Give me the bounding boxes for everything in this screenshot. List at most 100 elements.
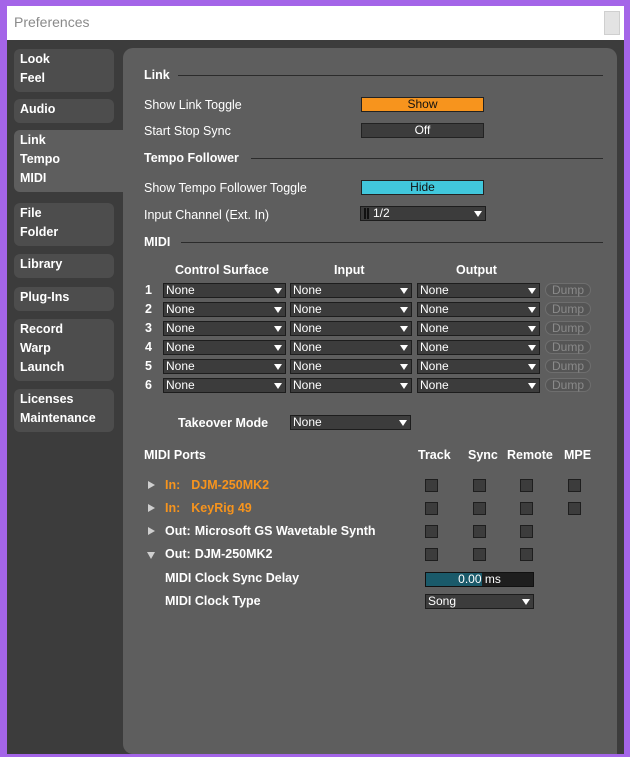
dropdown-value: None: [420, 378, 449, 392]
row-number: 3: [145, 321, 152, 335]
divider: [178, 75, 603, 76]
midi-input-dropdown[interactable]: None: [290, 321, 412, 336]
control-surface-dropdown[interactable]: None: [163, 340, 286, 355]
midi-port-label: In: DJM-250MK2: [165, 478, 269, 492]
expand-triangle-icon[interactable]: [148, 504, 155, 512]
control-surface-dropdown[interactable]: None: [163, 378, 286, 393]
midi-clock-sync-delay-slider[interactable]: 0.00 ms: [425, 572, 534, 587]
midi-input-dropdown[interactable]: None: [290, 378, 412, 393]
sidebar-item-licenses[interactable]: Licenses Maintenance: [14, 389, 114, 432]
sidebar-item-label: Record: [20, 322, 64, 336]
port-name: DJM-250MK2: [194, 547, 273, 561]
control-surface-dropdown[interactable]: None: [163, 359, 286, 374]
preferences-window: Preferences Look Feel Audio Link Tempo MIDI Fi…: [7, 6, 624, 754]
chevron-down-icon: [522, 599, 530, 605]
dropdown-value: None: [420, 302, 449, 316]
sidebar-item-link[interactable]: Link Tempo MIDI: [14, 130, 130, 192]
sidebar-item-look[interactable]: Look Feel: [14, 49, 114, 92]
dump-button[interactable]: Dump: [545, 283, 591, 297]
chevron-down-icon: [400, 345, 408, 351]
remote-checkbox[interactable]: [520, 525, 533, 538]
chevron-down-icon: [274, 383, 282, 389]
port-direction: Out:: [165, 524, 191, 538]
midi-input-dropdown[interactable]: None: [290, 302, 412, 317]
input-channel-value: 1/2: [373, 206, 390, 220]
port-direction: In:: [165, 478, 181, 492]
close-button[interactable]: [604, 11, 620, 35]
sidebar-item-label: Link: [20, 133, 46, 147]
sync-column-header: Sync: [468, 448, 498, 462]
sidebar-item-label: Library: [20, 257, 63, 271]
track-checkbox[interactable]: [425, 525, 438, 538]
start-stop-sync-button[interactable]: Off: [361, 123, 484, 138]
sidebar-item-audio[interactable]: Audio: [14, 99, 114, 123]
expand-triangle-icon[interactable]: [148, 527, 155, 535]
remote-column-header: Remote: [507, 448, 553, 462]
midi-clock-type-label: MIDI Clock Type: [165, 594, 261, 608]
control-surface-dropdown[interactable]: None: [163, 283, 286, 298]
midi-output-dropdown[interactable]: None: [417, 321, 540, 336]
midi-output-dropdown[interactable]: None: [417, 378, 540, 393]
collapse-triangle-icon[interactable]: [147, 552, 155, 559]
mpe-checkbox[interactable]: [568, 479, 581, 492]
dump-button[interactable]: Dump: [545, 321, 591, 335]
midi-port-label: Out: DJM-250MK2: [165, 547, 273, 561]
midi-output-dropdown[interactable]: None: [417, 359, 540, 374]
dump-button[interactable]: Dump: [545, 378, 591, 392]
sidebar-item-label: Licenses: [20, 392, 74, 406]
midi-clock-type-dropdown[interactable]: Song: [425, 594, 534, 609]
sidebar-item-library[interactable]: Library: [14, 254, 114, 278]
link-section-title: Link: [144, 68, 170, 82]
divider: [251, 158, 603, 159]
midi-input-dropdown[interactable]: None: [290, 340, 412, 355]
show-link-toggle-button[interactable]: Show: [361, 97, 484, 112]
takeover-mode-dropdown[interactable]: None: [290, 415, 411, 430]
input-channel-dropdown[interactable]: 1/2: [360, 206, 486, 221]
dump-button[interactable]: Dump: [545, 340, 591, 354]
sidebar-item-label: Plug-Ins: [20, 290, 70, 304]
sync-checkbox[interactable]: [473, 502, 486, 515]
expand-triangle-icon[interactable]: [148, 481, 155, 489]
track-checkbox[interactable]: [425, 502, 438, 515]
midi-output-dropdown[interactable]: None: [417, 283, 540, 298]
mpe-checkbox[interactable]: [568, 502, 581, 515]
sidebar-item-label: Audio: [20, 102, 56, 116]
sync-checkbox[interactable]: [473, 525, 486, 538]
midi-section-title: MIDI: [144, 235, 171, 249]
track-checkbox[interactable]: [425, 479, 438, 492]
sidebar-item-record[interactable]: Record Warp Launch: [14, 319, 114, 381]
midi-output-dropdown[interactable]: None: [417, 302, 540, 317]
dropdown-value: None: [166, 302, 195, 316]
chevron-down-icon: [400, 326, 408, 332]
chevron-down-icon: [528, 307, 536, 313]
dropdown-value: None: [293, 321, 322, 335]
remote-checkbox[interactable]: [520, 548, 533, 561]
preferences-panel: Link Show Link Toggle Show Start Stop Sy…: [123, 48, 617, 754]
sidebar-item-label: Maintenance: [20, 411, 96, 425]
sidebar-item-label: File: [20, 206, 42, 220]
tempo-follower-toggle-button[interactable]: Hide: [361, 180, 484, 195]
sync-checkbox[interactable]: [473, 548, 486, 561]
show-link-toggle-label: Show Link Toggle: [144, 98, 242, 112]
chevron-down-icon: [528, 383, 536, 389]
dropdown-value: None: [293, 340, 322, 354]
sidebar-item-plugins[interactable]: Plug-Ins: [14, 287, 114, 311]
remote-checkbox[interactable]: [520, 479, 533, 492]
chevron-down-icon: [274, 307, 282, 313]
sidebar-item-label: Folder: [20, 225, 59, 239]
sidebar-item-file[interactable]: File Folder: [14, 203, 114, 246]
midi-output-dropdown[interactable]: None: [417, 340, 540, 355]
control-surface-dropdown[interactable]: None: [163, 302, 286, 317]
chevron-down-icon: [400, 288, 408, 294]
remote-checkbox[interactable]: [520, 502, 533, 515]
row-number: 4: [145, 340, 152, 354]
dump-button[interactable]: Dump: [545, 359, 591, 373]
sync-checkbox[interactable]: [473, 479, 486, 492]
chevron-down-icon: [528, 326, 536, 332]
midi-input-dropdown[interactable]: None: [290, 359, 412, 374]
dropdown-value: None: [293, 378, 322, 392]
dump-button[interactable]: Dump: [545, 302, 591, 316]
control-surface-dropdown[interactable]: None: [163, 321, 286, 336]
midi-input-dropdown[interactable]: None: [290, 283, 412, 298]
track-checkbox[interactable]: [425, 548, 438, 561]
